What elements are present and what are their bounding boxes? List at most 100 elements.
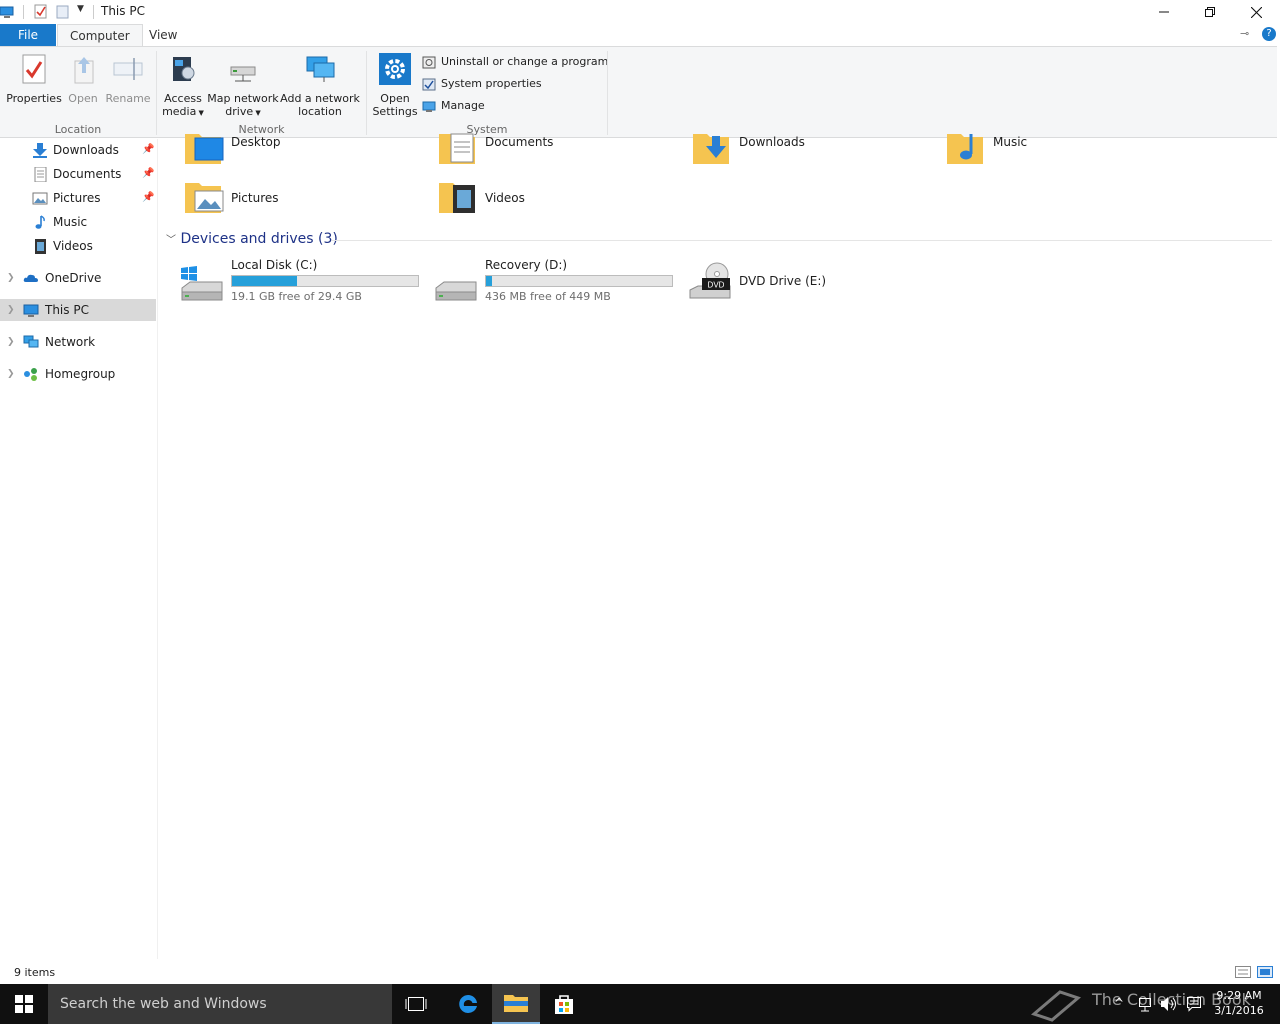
music-folder-icon: [947, 134, 983, 164]
drive-name-d: Recovery (D:): [485, 258, 568, 272]
properties-quick-icon[interactable]: [34, 4, 48, 19]
clock-date: 3/1/2016: [1214, 1004, 1264, 1017]
drive-name-c: Local Disk (C:): [231, 258, 318, 272]
folder-downloads[interactable]: Downloads: [693, 130, 933, 170]
drive-e[interactable]: DVD DVD Drive (E:): [688, 258, 848, 308]
group-separator: [607, 51, 608, 135]
drive-usage-bar-c: [231, 275, 419, 287]
folder-documents[interactable]: Documents: [439, 130, 679, 170]
dropdown-arrow-icon: ▼: [196, 109, 204, 117]
folder-music[interactable]: Music: [947, 130, 1187, 170]
drive-c[interactable]: Local Disk (C:) 19.1 GB free of 29.4 GB: [180, 258, 425, 308]
file-explorer-button[interactable]: [492, 984, 540, 1024]
tab-view[interactable]: View: [137, 24, 189, 46]
task-view-button[interactable]: [392, 984, 440, 1024]
customize-quick-access-icon[interactable]: ▼: [77, 4, 84, 14]
add-network-location-icon: [306, 56, 335, 82]
nav-item-homegroup[interactable]: ❯ Homegroup: [0, 363, 156, 385]
network-status-icon[interactable]: [1138, 996, 1154, 1012]
file-explorer-icon: [504, 995, 528, 1012]
nav-label-downloads: Downloads: [53, 143, 119, 157]
pin-icon[interactable]: 📌: [142, 139, 154, 161]
start-button[interactable]: [0, 984, 48, 1024]
taskbar-search-box[interactable]: Search the web and Windows: [48, 984, 392, 1024]
add-network-location-button[interactable]: Add a network location: [280, 53, 360, 118]
edge-browser-button[interactable]: [444, 984, 492, 1024]
group-header-devices[interactable]: ﹀ Devices and drives (3): [166, 231, 338, 247]
nav-label-this-pc: This PC: [45, 303, 89, 317]
taskbar-clock[interactable]: 9:29 AM 3/1/2016: [1208, 988, 1270, 1018]
nav-item-network[interactable]: ❯ Network: [0, 331, 156, 353]
show-hidden-icons-chevron-icon[interactable]: ^: [1114, 996, 1124, 1010]
pin-icon[interactable]: 📌: [142, 187, 154, 209]
open-settings-label-2: Settings: [372, 105, 418, 118]
restore-button[interactable]: [1187, 0, 1233, 24]
item-count: 9 items: [14, 966, 56, 979]
drive-name-e: DVD Drive (E:): [739, 274, 827, 288]
action-center-icon[interactable]: [1186, 996, 1202, 1012]
access-media-button[interactable]: Access media ▼: [160, 53, 206, 120]
nav-item-pictures[interactable]: Pictures 📌: [0, 187, 156, 209]
drive-d[interactable]: Recovery (D:) 436 MB free of 449 MB: [434, 258, 679, 308]
drive-usage-fill-c: [232, 276, 298, 286]
large-icons-view-icon[interactable]: [1257, 966, 1273, 978]
dvd-badge-text: DVD: [708, 281, 725, 290]
nav-item-this-pc[interactable]: ❯ This PC: [0, 299, 156, 321]
taskbar: Search the web and Windows The Collectio…: [0, 984, 1280, 1024]
map-network-drive-button[interactable]: Map network drive ▼: [206, 53, 280, 120]
tab-file[interactable]: File: [0, 24, 56, 46]
nav-label-network: Network: [45, 335, 96, 349]
folder-videos[interactable]: Videos: [439, 179, 679, 219]
uninstall-program-button[interactable]: Uninstall or change a program: [422, 53, 608, 71]
nav-item-onedrive[interactable]: ❯ OneDrive: [0, 267, 156, 289]
open-button[interactable]: Open: [63, 53, 103, 105]
help-icon[interactable]: ?: [1262, 27, 1276, 41]
navigation-pane: Downloads 📌 Documents 📌 Pictures 📌 Music…: [0, 139, 158, 959]
details-view-icon[interactable]: [1235, 966, 1251, 978]
computer-icon: [0, 6, 14, 18]
properties-label: Properties: [6, 92, 62, 105]
new-folder-quick-icon[interactable]: [56, 4, 70, 19]
expand-chevron-icon[interactable]: ❯: [7, 363, 15, 385]
window-title: This PC: [101, 4, 145, 18]
nav-item-videos[interactable]: Videos: [0, 235, 156, 257]
nav-label-documents: Documents: [53, 167, 122, 181]
expand-chevron-icon[interactable]: ❯: [7, 267, 15, 289]
minimize-button[interactable]: [1141, 0, 1187, 24]
folder-desktop[interactable]: Desktop: [185, 130, 425, 170]
status-bar: 9 items: [0, 962, 1280, 984]
properties-button[interactable]: Properties: [6, 53, 62, 105]
folder-label-desktop: Desktop: [231, 135, 281, 149]
group-label-location: Location: [54, 123, 102, 136]
devices-header-label: Devices and drives (3): [180, 231, 338, 247]
pin-icon[interactable]: 📌: [142, 163, 154, 185]
tab-computer[interactable]: Computer: [57, 24, 143, 46]
system-properties-label: System properties: [441, 77, 542, 90]
collapse-chevron-icon[interactable]: ﹀: [166, 235, 176, 246]
pin-ribbon-icon[interactable]: ⊸: [1240, 27, 1249, 40]
folder-pictures[interactable]: Pictures: [185, 179, 425, 219]
system-properties-button[interactable]: System properties: [422, 75, 542, 93]
folder-label-documents: Documents: [485, 135, 554, 149]
nav-item-downloads[interactable]: Downloads 📌: [0, 139, 156, 161]
expand-chevron-icon[interactable]: ❯: [7, 299, 15, 321]
open-settings-button[interactable]: Open Settings: [372, 53, 418, 118]
access-media-icon: [173, 57, 195, 81]
close-button[interactable]: [1233, 0, 1279, 24]
nav-label-videos: Videos: [53, 239, 93, 253]
volume-icon[interactable]: [1160, 996, 1178, 1012]
rename-button[interactable]: Rename: [105, 53, 151, 105]
add-network-location-label-2: location: [298, 105, 342, 118]
store-button[interactable]: [540, 984, 588, 1024]
expand-chevron-icon[interactable]: ❯: [7, 331, 15, 353]
windows-logo-icon: [15, 995, 33, 1013]
folder-label-videos: Videos: [485, 191, 525, 205]
manage-label: Manage: [441, 99, 485, 112]
hard-drive-icon: [435, 281, 477, 301]
drive-free-text-c: 19.1 GB free of 29.4 GB: [231, 290, 362, 303]
onedrive-icon: [23, 274, 38, 282]
nav-item-music[interactable]: Music: [0, 211, 156, 233]
nav-item-documents[interactable]: Documents 📌: [0, 163, 156, 185]
manage-button[interactable]: Manage: [422, 97, 485, 115]
downloads-folder-icon: [693, 134, 729, 164]
